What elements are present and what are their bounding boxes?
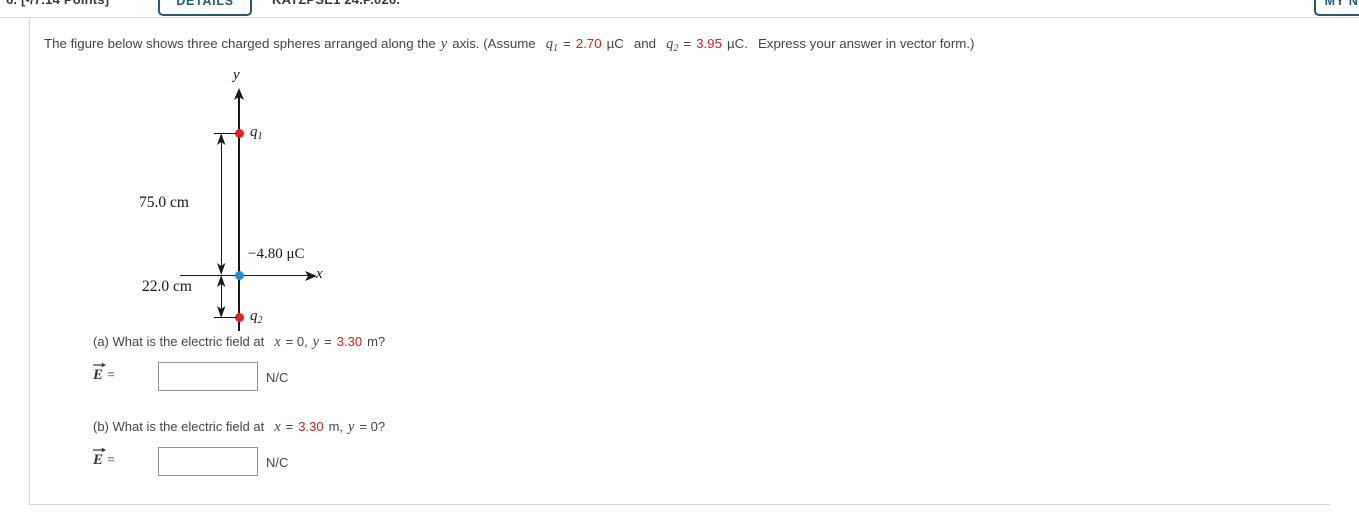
part-a-question: (a) What is the electric field at x = 0, y =…: [93, 334, 385, 351]
prompt-text-part2: axis. (Assume: [452, 36, 536, 51]
part-a-label: (a) What is the electric field at: [93, 334, 265, 349]
prompt-text-part3: Express your answer in vector form.): [757, 36, 975, 51]
y-axis-arrowhead: [234, 88, 244, 100]
prompt-q2-equals: =: [683, 36, 692, 51]
part-b-x-variable: x: [274, 419, 281, 435]
question-header-bar: 6. [-/7.14 Points] DETAILS KATZPSE1 24.P…: [0, 0, 1359, 18]
question-page: 6. [-/7.14 Points] DETAILS KATZPSE1 24.P…: [0, 0, 1359, 515]
y-axis-label: y: [233, 67, 240, 83]
part-a-x-equals: = 0,: [285, 334, 308, 349]
prompt-q1-subscript: 1: [552, 43, 558, 54]
part-b-x-equals: =: [285, 419, 294, 434]
charge-origin-sphere: [234, 270, 244, 280]
charge-origin-label: −4.80 μC: [248, 246, 305, 262]
vector-arrow-icon: [93, 362, 106, 368]
dim-22-label: 22.0 cm: [142, 278, 192, 295]
part-b-answer-equals: =: [107, 453, 115, 468]
prompt-q1-unit: µC: [606, 36, 624, 51]
prompt-q2-subscript: 2: [673, 43, 679, 54]
dim-75-arrowhead-down: [217, 263, 226, 275]
part-a-y-value: 3.30: [336, 334, 363, 349]
dim-22-arrowhead-up: [217, 275, 226, 287]
charge-q1-symbol: q: [250, 124, 258, 140]
part-a-field-letter: E: [93, 367, 104, 383]
part-a-y-variable: y: [312, 334, 320, 350]
part-a-field-symbol: E: [93, 362, 106, 384]
dim-75-line: [220, 136, 222, 272]
dim-75-label: 75.0 cm: [139, 194, 189, 211]
prompt-q1-value: 2.70: [575, 36, 602, 51]
part-a-answer-input[interactable]: [158, 362, 258, 391]
part-a-answer-unit: N/C: [266, 370, 289, 385]
prompt-and-text: and: [633, 36, 657, 51]
details-button[interactable]: DETAILS: [158, 0, 252, 16]
part-b-answer-input[interactable]: [158, 447, 258, 476]
question-prompt: The figure below shows three charged sph…: [44, 35, 974, 58]
dim-75-arrowhead-up: [217, 133, 226, 145]
part-a-x-variable: x: [274, 334, 281, 350]
part-b-question: (b) What is the electric field at x = 3.30 m…: [93, 419, 385, 436]
part-a-answer-equals: =: [107, 368, 115, 383]
x-axis-label: x: [316, 266, 323, 282]
charge-q2-label: q2: [250, 308, 263, 326]
dim-22-arrowhead-down: [217, 306, 226, 318]
x-axis-line: [180, 274, 308, 277]
charge-q1-subscript: 1: [257, 131, 263, 142]
prompt-q2-unit: µC.: [726, 36, 748, 51]
part-b-x-value: 3.30: [298, 419, 324, 434]
part-b-field-symbol: E: [93, 447, 106, 469]
part-b-y-variable: y: [348, 419, 355, 435]
charge-diagram: y x q1 −4.80 μC q2 75.0 cm 22.0 cm: [139, 66, 370, 334]
prompt-axis-variable: y: [440, 36, 448, 52]
part-b-y-equals: = 0?: [359, 419, 386, 434]
question-number-points: 6. [-/7.14 Points]: [6, 0, 109, 7]
prompt-q1-symbol: q: [545, 36, 553, 52]
part-b-field-letter: E: [93, 452, 104, 468]
prompt-q2-value: 3.95: [696, 36, 722, 51]
part-b-label: (b) What is the electric field at: [93, 419, 265, 434]
vector-arrow-icon: [93, 447, 106, 453]
charge-q2-symbol: q: [250, 308, 258, 324]
problem-code-label: KATZPSE1 24.P.026.: [272, 0, 400, 7]
charge-q1-label: q1: [250, 124, 263, 142]
prompt-text-part1: The figure below shows three charged sph…: [44, 36, 436, 51]
part-b-answer-unit: N/C: [266, 455, 289, 470]
prompt-q1-equals: =: [562, 36, 571, 51]
part-a-unit-tail: m?: [367, 334, 386, 349]
part-b-mid-unit: m,: [328, 419, 344, 434]
my-notes-button[interactable]: MY NOTES: [1314, 0, 1359, 16]
question-content-panel: The figure below shows three charged sph…: [29, 18, 1330, 505]
part-a-y-equals: =: [324, 334, 332, 349]
charge-q2-subscript: 2: [257, 315, 263, 326]
